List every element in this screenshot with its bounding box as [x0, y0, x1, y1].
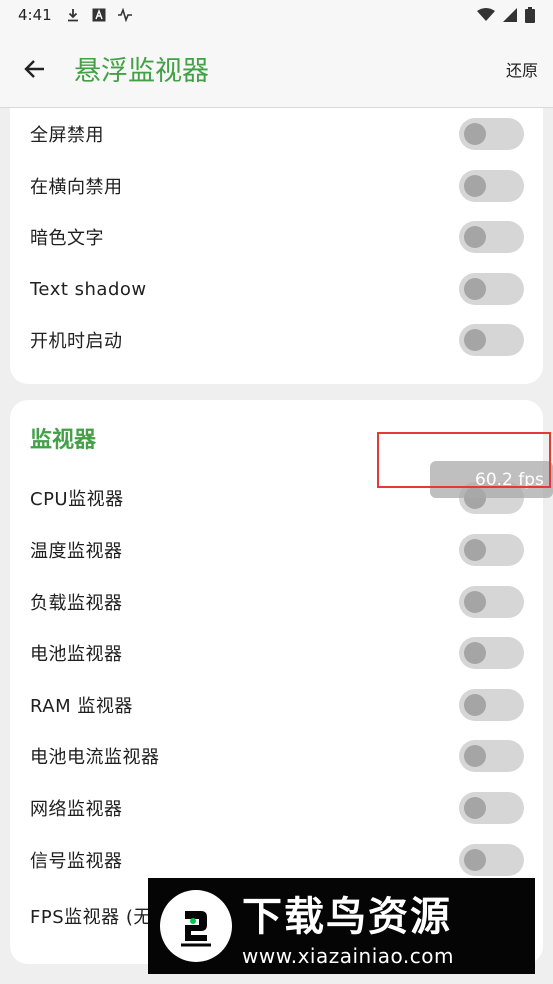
toggle-knob: [464, 849, 486, 871]
setting-label: 暗色文字: [30, 228, 104, 249]
battery-icon: [525, 7, 535, 23]
back-button[interactable]: [20, 54, 50, 84]
monitor-label: 信号监视器: [30, 851, 123, 872]
font-a-icon: [92, 8, 106, 22]
toggle-knob: [464, 539, 486, 561]
toggle-knob: [464, 591, 486, 613]
setting-label: Text shadow: [30, 278, 147, 300]
toggle-switch[interactable]: [459, 118, 524, 150]
app-bar: 悬浮监视器 还原: [0, 30, 553, 108]
monitor-label: FPS监视器 (无: [30, 907, 152, 928]
setting-label: 全屏禁用: [30, 125, 104, 146]
toggle-knob: [464, 642, 486, 664]
setting-row-landscape-disable[interactable]: 在横向禁用: [10, 160, 543, 212]
status-bar: 4:41: [0, 0, 553, 30]
watermark-title: 下载鸟资源: [242, 894, 452, 940]
toggle-knob: [464, 694, 486, 716]
toggle-knob: [464, 797, 486, 819]
monitor-row-temperature[interactable]: 温度监视器: [10, 524, 543, 576]
toggle-knob: [464, 175, 486, 197]
toggle-switch[interactable]: [459, 273, 524, 305]
status-time: 4:41: [18, 6, 52, 24]
download-icon: [67, 9, 78, 22]
monitor-label: 电池监视器: [30, 644, 123, 665]
toggle-switch[interactable]: [459, 324, 524, 356]
monitor-row-battery[interactable]: 电池监视器: [10, 627, 543, 679]
monitor-label: 网络监视器: [30, 799, 123, 820]
toggle-knob: [464, 278, 486, 300]
highlight-box: [377, 432, 551, 488]
toggle-switch[interactable]: [459, 792, 524, 824]
toggle-knob: [464, 745, 486, 767]
monitor-label: 负载监视器: [30, 593, 123, 614]
monitor-label: RAM 监视器: [30, 696, 133, 717]
arrow-back-icon: [24, 59, 44, 78]
bird-logo-icon: [160, 890, 232, 962]
setting-label: 开机时启动: [30, 331, 123, 352]
pulse-icon: [117, 8, 132, 22]
restore-button[interactable]: 还原: [506, 57, 538, 81]
signal-icon: [503, 8, 517, 22]
toggle-switch[interactable]: [459, 740, 524, 772]
toggle-knob: [464, 329, 486, 351]
monitor-row-network[interactable]: 网络监视器: [10, 782, 543, 834]
page-title: 悬浮监视器: [74, 56, 209, 87]
toggle-switch[interactable]: [459, 534, 524, 566]
setting-label: 在横向禁用: [30, 177, 123, 198]
watermark-url: www.xiazainiao.com: [242, 944, 454, 968]
toggle-switch[interactable]: [459, 586, 524, 618]
watermark-banner: 下载鸟资源 www.xiazainiao.com: [148, 878, 535, 974]
watermark-text: 下载鸟资源 www.xiazainiao.com: [242, 884, 454, 968]
wifi-icon: [477, 8, 495, 21]
setting-row-dark-text[interactable]: 暗色文字: [10, 211, 543, 263]
status-right-icons: [477, 7, 535, 23]
toggle-knob: [464, 123, 486, 145]
setting-row-start-on-boot[interactable]: 开机时启动: [10, 314, 543, 366]
setting-row-text-shadow[interactable]: Text shadow: [10, 263, 543, 315]
setting-row-fullscreen-disable[interactable]: 全屏禁用: [10, 108, 543, 160]
monitor-label: 电池电流监视器: [30, 747, 160, 768]
toggle-switch[interactable]: [459, 170, 524, 202]
toggle-switch[interactable]: [459, 637, 524, 669]
toggle-switch[interactable]: [459, 689, 524, 721]
toggle-switch[interactable]: [459, 844, 524, 876]
general-settings-card: 全屏禁用 在横向禁用 暗色文字 Text shadow 开机时启动: [10, 108, 543, 384]
toggle-switch[interactable]: [459, 221, 524, 253]
bird-icon: [181, 911, 211, 947]
monitor-row-load[interactable]: 负载监视器: [10, 576, 543, 628]
toggle-knob: [464, 226, 486, 248]
monitor-row-battery-current[interactable]: 电池电流监视器: [10, 730, 543, 782]
monitor-row-ram[interactable]: RAM 监视器: [10, 679, 543, 731]
monitor-label: CPU监视器: [30, 489, 124, 510]
monitor-label: 温度监视器: [30, 541, 123, 562]
section-title: 监视器: [30, 428, 97, 453]
